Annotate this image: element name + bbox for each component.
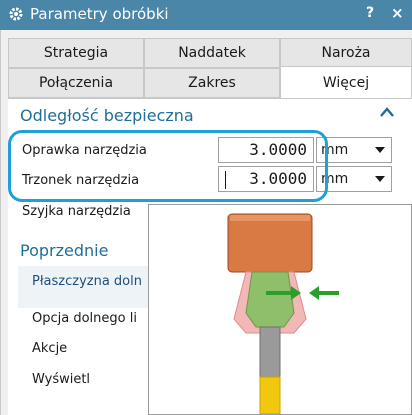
close-button[interactable]: × [391,4,404,22]
help-button[interactable]: ? [366,5,374,21]
window-title: Parametry obróbki [30,5,169,23]
gear-icon [9,7,23,21]
highlight-callout [8,130,328,202]
chevron-down-icon [375,176,385,182]
tab-polaczenia[interactable]: Połączenia [8,68,144,98]
collapse-caret-icon[interactable] [380,107,394,117]
tab-wiecej[interactable]: Więcej [280,66,412,98]
tab-naddatek[interactable]: Naddatek [144,38,280,68]
tool-preview-tooltip [148,204,412,415]
tab-naroza[interactable]: Naroża [280,38,412,68]
arrow-left-icon [309,286,339,300]
tab-strategia[interactable]: Strategia [8,38,144,68]
neck-label: Szyjka narzędzia [22,204,131,219]
display-label[interactable]: Wyświetl [32,372,90,387]
title-bar: Parametry obróbki ? × [0,0,412,30]
bottom-option-label: Opcja dolnego li [32,311,137,326]
section-previous-title[interactable]: Poprzednie [20,241,108,260]
section-safety-title[interactable]: Odległość bezpieczna [20,106,194,125]
tool-diagram [227,213,339,415]
tab-zakres[interactable]: Zakres [144,68,280,98]
chevron-down-icon [375,147,385,153]
bottom-plane-label[interactable]: Płaszczyzna doln [32,274,142,289]
actions-label[interactable]: Akcje [32,341,67,356]
tool-holder-shape [227,213,313,273]
